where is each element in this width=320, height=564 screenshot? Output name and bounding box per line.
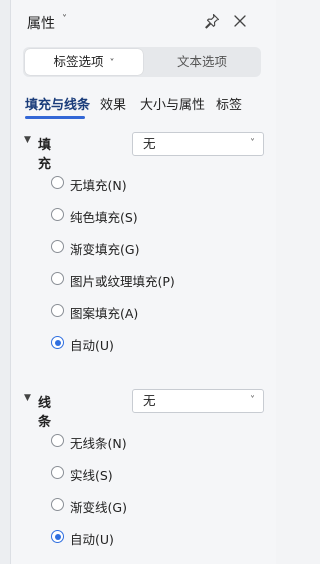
fill-select-value: 无 bbox=[143, 136, 156, 151]
chevron-down-icon: ˅ bbox=[109, 58, 115, 69]
radio-label: 图案填充(A) bbox=[70, 306, 139, 321]
tab-label-options[interactable]: 标签选项 ˅ bbox=[25, 49, 143, 75]
chevron-down-icon: ˅ bbox=[250, 138, 255, 149]
radio-button-checked[interactable] bbox=[51, 336, 64, 349]
pin-icon[interactable] bbox=[204, 13, 220, 29]
line-heading: 线条 bbox=[38, 396, 52, 430]
tab-label[interactable]: 标签 bbox=[216, 94, 242, 113]
active-tab-indicator bbox=[25, 116, 85, 119]
properties-panel: 属性 ˅ 标签选项 ˅ 文本选项 填充与线条 效果 大小与属性 标签 ▼ 填充 无 bbox=[11, 0, 276, 564]
fill-heading: 填充 bbox=[38, 138, 52, 172]
radio-label: 渐变填充(G) bbox=[70, 242, 140, 257]
radio-button[interactable] bbox=[51, 304, 64, 317]
collapse-triangle-icon[interactable]: ▼ bbox=[24, 393, 31, 403]
tab-label-options-text: 标签选项 bbox=[53, 54, 104, 69]
radio-label: 自动(U) bbox=[70, 532, 114, 547]
line-select[interactable]: 无 ˅ bbox=[132, 389, 264, 413]
radio-button[interactable] bbox=[51, 240, 64, 253]
radio-label: 自动(U) bbox=[70, 338, 114, 353]
tab-size-and-properties[interactable]: 大小与属性 bbox=[140, 94, 205, 113]
radio-label: 无线条(N) bbox=[70, 436, 127, 451]
panel-title[interactable]: 属性 bbox=[27, 13, 55, 33]
property-tabs: 填充与线条 效果 大小与属性 标签 bbox=[25, 94, 275, 119]
radio-button[interactable] bbox=[51, 466, 64, 479]
radio-button[interactable] bbox=[51, 434, 64, 447]
tab-text-options[interactable]: 文本选项 bbox=[145, 49, 259, 75]
close-icon[interactable] bbox=[232, 13, 248, 29]
radio-button[interactable] bbox=[51, 208, 64, 221]
panel-header: 属性 ˅ bbox=[11, 0, 276, 44]
radio-label: 纯色填充(S) bbox=[70, 210, 138, 225]
mode-switcher: 标签选项 ˅ 文本选项 bbox=[23, 47, 261, 77]
radio-label: 无填充(N) bbox=[70, 178, 127, 193]
title-dropdown-icon[interactable]: ˅ bbox=[62, 14, 67, 25]
collapse-triangle-icon[interactable]: ▼ bbox=[24, 135, 31, 145]
radio-label: 渐变线(G) bbox=[70, 500, 127, 515]
radio-label: 实线(S) bbox=[70, 468, 113, 483]
radio-label: 图片或纹理填充(P) bbox=[70, 274, 175, 289]
fill-select[interactable]: 无 ˅ bbox=[132, 132, 264, 156]
line-select-value: 无 bbox=[143, 393, 156, 408]
radio-button[interactable] bbox=[51, 498, 64, 511]
radio-button[interactable] bbox=[51, 176, 64, 189]
left-strip bbox=[0, 0, 11, 564]
radio-button-checked[interactable] bbox=[51, 530, 64, 543]
tab-fill-and-line[interactable]: 填充与线条 bbox=[25, 94, 90, 113]
chevron-down-icon: ˅ bbox=[250, 395, 255, 406]
radio-button[interactable] bbox=[51, 272, 64, 285]
tab-effects[interactable]: 效果 bbox=[100, 94, 126, 113]
